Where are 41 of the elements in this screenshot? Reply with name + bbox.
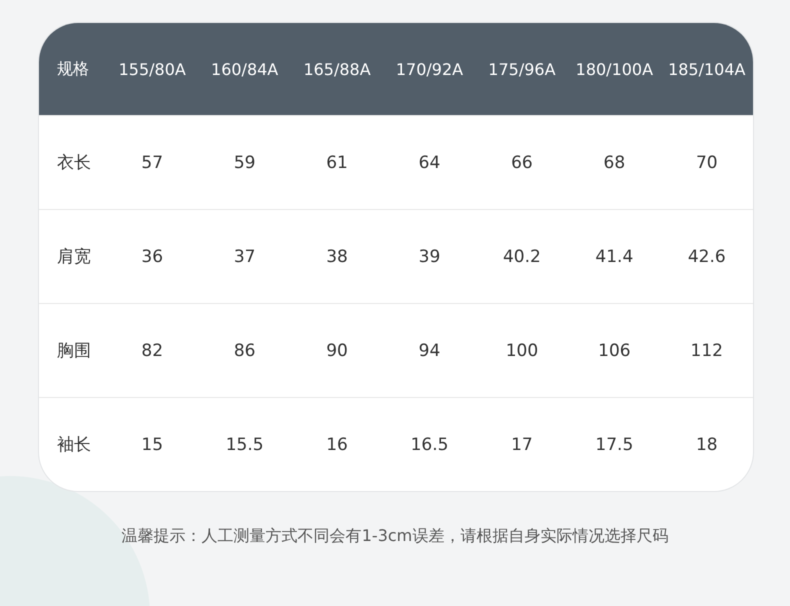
row-label: 胸围	[57, 340, 91, 362]
table-cell: 61	[326, 152, 348, 172]
column-header: 170/92A	[396, 60, 464, 78]
table-cell: 17.5	[595, 434, 634, 454]
table-cell: 94	[418, 340, 440, 360]
row-label: 袖长	[57, 434, 91, 456]
table-cell: 57	[141, 152, 164, 172]
column-header: 175/96A	[488, 60, 556, 78]
note-text: 温馨提示：人工测量方式不同会有1-3cm误差，请根据自身实际情况选择尺码	[120, 526, 670, 547]
row-label: 衣长	[57, 152, 91, 174]
table-cell: 16	[326, 434, 348, 454]
table-cell: 112	[690, 340, 723, 360]
table-cell: 17	[511, 434, 533, 454]
table-cell: 64	[418, 152, 440, 172]
table-cell: 70	[696, 152, 718, 172]
column-header: 规格	[57, 58, 89, 80]
table-cell: 37	[234, 246, 256, 266]
column-header: 160/84A	[211, 60, 278, 78]
table-cell: 15	[141, 434, 164, 454]
table-cell: 86	[234, 340, 256, 360]
table-cell: 16.5	[410, 434, 448, 454]
table-cell: 66	[511, 152, 533, 172]
column-header: 180/100A	[576, 60, 654, 78]
table-cell: 18	[696, 434, 718, 454]
table-cell: 90	[326, 340, 348, 360]
table-cell: 68	[604, 152, 626, 172]
table-cell: 38	[326, 246, 348, 266]
table-cell: 15.5	[226, 434, 264, 454]
table-cell: 59	[234, 152, 256, 172]
column-header: 155/80A	[118, 60, 186, 78]
column-header: 185/104A	[668, 60, 746, 78]
row-label: 肩宽	[57, 246, 91, 268]
table-cell: 41.4	[595, 246, 634, 266]
table-cell: 100	[506, 340, 538, 360]
table-cell: 42.6	[688, 246, 726, 266]
table-cell: 39	[418, 246, 440, 266]
column-header: 165/88A	[303, 60, 371, 78]
table-cell: 36	[141, 246, 164, 266]
table-cell: 40.2	[502, 246, 541, 266]
table-cell: 82	[141, 340, 164, 360]
table-cell: 106	[598, 340, 631, 360]
